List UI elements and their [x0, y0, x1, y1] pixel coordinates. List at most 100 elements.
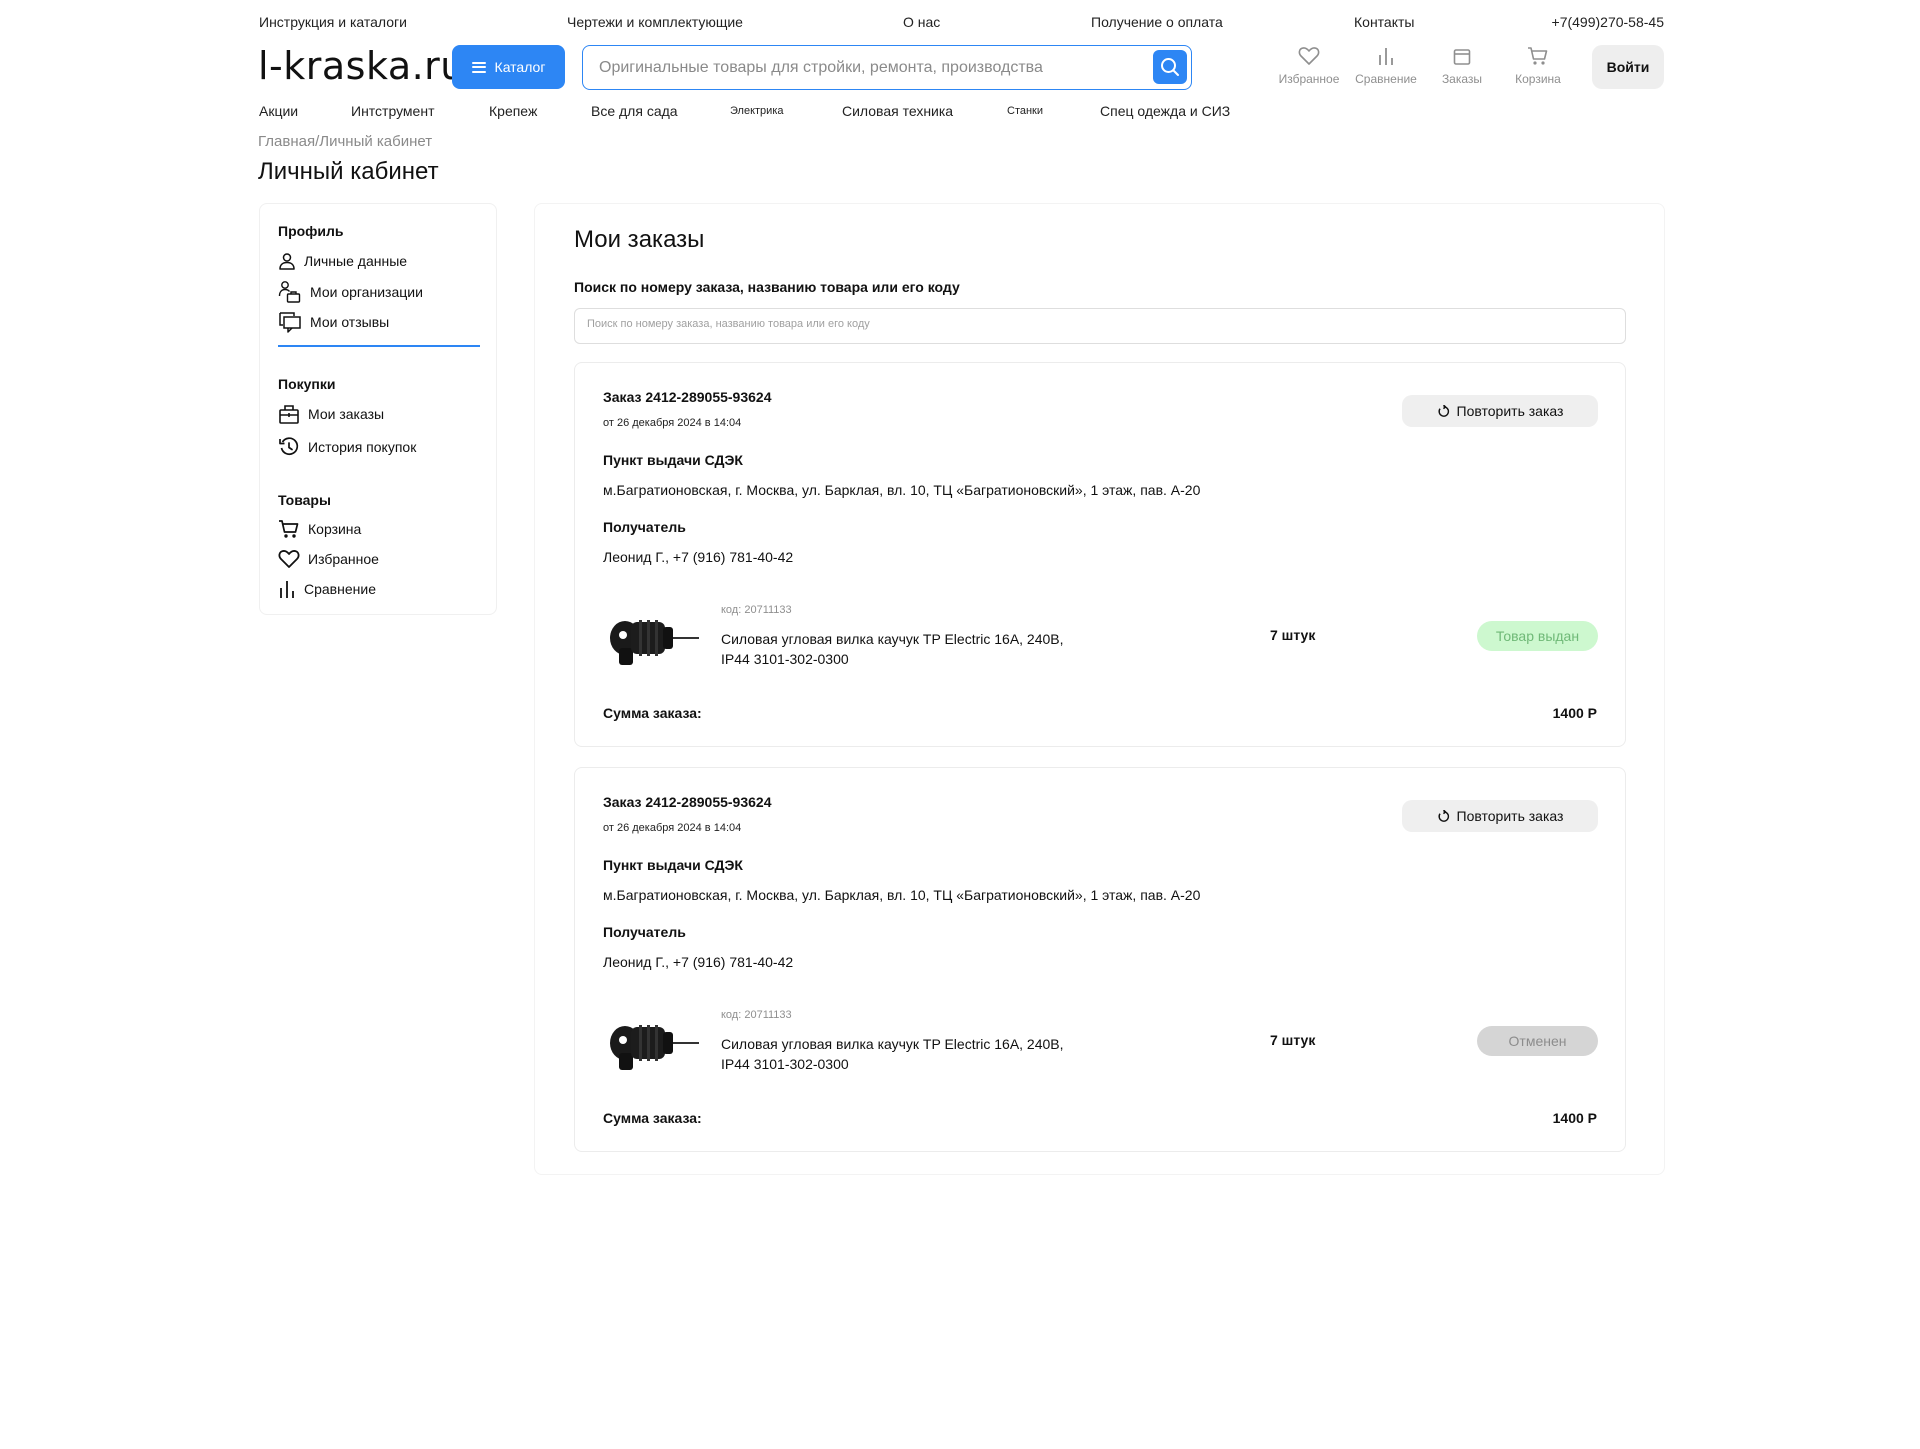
repeat-order-button[interactable]: Повторить заказ: [1402, 800, 1598, 832]
heart-icon: [278, 550, 300, 568]
breadcrumb[interactable]: Главная/Личный кабинет: [258, 133, 432, 150]
sidebar-item-reviews[interactable]: Мои отзывы: [278, 311, 389, 333]
repeat-order-button[interactable]: Повторить заказ: [1402, 395, 1598, 427]
order-search-label: Поиск по номеру заказа, названию товара …: [574, 279, 960, 295]
history-icon: [279, 437, 299, 456]
sidebar-item-label: Избранное: [308, 551, 379, 567]
nav-item-fasteners[interactable]: Крепеж: [489, 103, 537, 119]
organizations-icon: [278, 281, 301, 303]
order-sum-label: Сумма заказа:: [603, 1110, 702, 1126]
sidebar-item-label: Сравнение: [304, 581, 376, 597]
catalog-button-label: Каталог: [494, 59, 546, 75]
shopping-bag-icon: [279, 405, 299, 424]
order-sum-value: 1400 Р: [1552, 1110, 1597, 1126]
product-quantity: 7 штук: [1270, 627, 1316, 643]
product-name-line: Силовая угловая вилка каучук TP Electric…: [721, 1036, 1064, 1052]
order-search-field: [574, 308, 1626, 344]
header-favorites-label: Избранное: [1278, 72, 1340, 86]
refresh-icon: [1437, 404, 1449, 417]
order-date: от 26 декабря 2024 в 14:04: [603, 417, 742, 429]
sidebar-item-compare[interactable]: Сравнение: [278, 579, 376, 599]
header-cart[interactable]: Корзина: [1498, 46, 1578, 86]
orders-panel: Мои заказы Поиск по номеру заказа, назва…: [534, 203, 1665, 1175]
order-sum-value: 1400 Р: [1552, 705, 1597, 721]
heart-icon: [1298, 47, 1320, 65]
sidebar-item-cart[interactable]: Корзина: [278, 519, 361, 539]
site-logo[interactable]: l-kraska.ru: [258, 44, 465, 88]
product-name-line: IP44 3101-302-0300: [721, 651, 849, 667]
nav-item-power-equipment[interactable]: Силовая техника: [842, 103, 953, 119]
order-card: Заказ 2412-289055-93624 от 26 декабря 20…: [574, 362, 1626, 747]
header-favorites[interactable]: Избранное: [1269, 46, 1349, 86]
product-name[interactable]: Силовая угловая вилка каучук TP Electric…: [721, 1034, 1101, 1074]
sidebar-item-organizations[interactable]: Мои организации: [278, 280, 423, 304]
topbar-link-delivery-payment[interactable]: Получение о оплата: [1091, 14, 1223, 30]
header-cart-label: Корзина: [1515, 72, 1561, 86]
recipient-info: Леонид Г., +7 (916) 781-40-42: [603, 954, 794, 970]
phone-number[interactable]: +7(499)270-58-45: [1552, 14, 1664, 30]
order-number[interactable]: Заказ 2412-289055-93624: [603, 794, 772, 810]
login-button[interactable]: Войти: [1592, 45, 1664, 89]
topbar-link-about[interactable]: О нас: [903, 14, 940, 30]
nav-item-workwear[interactable]: Спец одежда и СИЗ: [1100, 103, 1230, 119]
reviews-icon: [279, 312, 301, 333]
topbar-link-instructions[interactable]: Инструкция и каталоги: [259, 14, 407, 30]
sidebar-item-my-orders[interactable]: Мои заказы: [278, 403, 384, 425]
order-sum-label: Сумма заказа:: [603, 705, 702, 721]
site-search: [582, 45, 1192, 90]
cart-icon: [1528, 47, 1548, 65]
topbar-link-contacts[interactable]: Контакты: [1354, 14, 1414, 30]
account-sidebar: Профиль Личные данные Мои организации Мо…: [259, 203, 497, 615]
order-card: Заказ 2412-289055-93624 от 26 декабря 20…: [574, 767, 1626, 1152]
cart-icon: [279, 520, 299, 538]
sidebar-heading-goods: Товары: [278, 492, 331, 508]
product-code: код: 20711133: [721, 1009, 792, 1021]
repeat-order-label: Повторить заказ: [1456, 808, 1564, 824]
status-badge: Товар выдан: [1477, 621, 1598, 651]
search-icon: [1161, 58, 1179, 76]
sidebar-item-favorites[interactable]: Избранное: [278, 549, 379, 569]
site-search-input[interactable]: [599, 56, 1129, 80]
sidebar-item-label: Мои отзывы: [310, 314, 390, 330]
header-compare-label: Сравнение: [1355, 72, 1417, 86]
product-image[interactable]: [603, 608, 699, 670]
pickup-point-label: Пункт выдачи СДЭК: [603, 857, 743, 873]
sidebar-active-underline: [278, 345, 480, 347]
order-search-input[interactable]: [587, 318, 1587, 330]
product-code: код: 20711133: [721, 604, 792, 616]
sidebar-item-purchase-history[interactable]: История покупок: [278, 436, 416, 458]
search-button[interactable]: [1153, 50, 1187, 84]
page-title: Личный кабинет: [258, 158, 439, 185]
recipient-info: Леонид Г., +7 (916) 781-40-42: [603, 549, 794, 565]
orders-title: Мои заказы: [574, 226, 705, 253]
order-number[interactable]: Заказ 2412-289055-93624: [603, 389, 772, 405]
orders-icon: [1453, 49, 1471, 65]
nav-item-garden[interactable]: Все для сада: [591, 103, 678, 119]
nav-item-tools[interactable]: Интструмент: [351, 103, 435, 119]
sidebar-item-label: Личные данные: [304, 253, 408, 269]
product-image[interactable]: [603, 1013, 699, 1075]
status-badge: Отменен: [1477, 1026, 1598, 1056]
sidebar-item-label: Корзина: [308, 521, 362, 537]
sidebar-item-personal-data[interactable]: Личные данные: [278, 252, 407, 270]
header-orders[interactable]: Заказы: [1422, 46, 1502, 86]
topbar-link-drawings[interactable]: Чертежи и комплектующие: [567, 14, 743, 30]
order-date: от 26 декабря 2024 в 14:04: [603, 822, 742, 834]
header-orders-label: Заказы: [1441, 72, 1483, 86]
product-name-line: IP44 3101-302-0300: [721, 1056, 849, 1072]
header-compare[interactable]: Сравнение: [1346, 46, 1426, 86]
nav-item-machines[interactable]: Станки: [1007, 105, 1043, 117]
sidebar-heading-purchases: Покупки: [278, 376, 336, 392]
pickup-point-label: Пункт выдачи СДЭК: [603, 452, 743, 468]
catalog-button[interactable]: Каталог: [452, 45, 565, 89]
repeat-order-label: Повторить заказ: [1456, 403, 1564, 419]
nav-item-electrics[interactable]: Электрика: [730, 105, 784, 117]
pickup-address: м.Багратионовская, г. Москва, ул. Баркла…: [603, 482, 1201, 498]
user-icon: [279, 253, 295, 270]
sidebar-item-label: Мои организации: [310, 284, 423, 300]
top-links-bar: Инструкция и каталоги Чертежи и комплект…: [259, 14, 1664, 34]
bar-chart-icon: [280, 581, 294, 598]
sidebar-item-label: История покупок: [308, 439, 417, 455]
product-name[interactable]: Силовая угловая вилка каучук TP Electric…: [721, 629, 1101, 669]
nav-item-sales[interactable]: Акции: [259, 103, 298, 119]
